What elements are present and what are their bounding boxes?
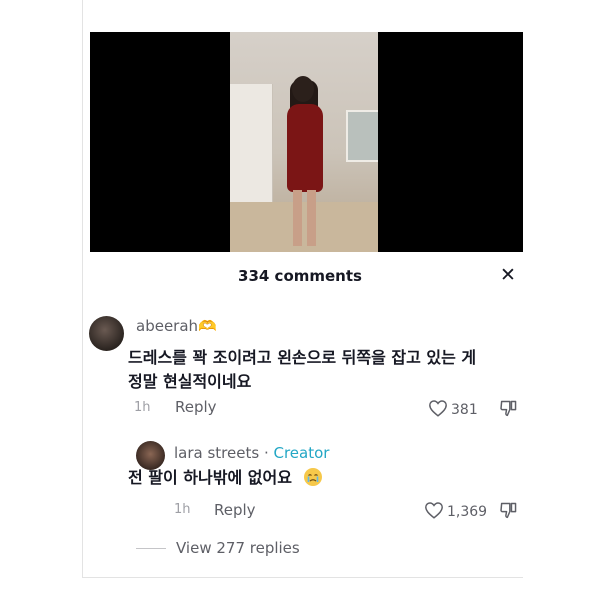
- view-replies-label: View 277 replies: [176, 539, 300, 557]
- reply-like-button[interactable]: 1,369: [424, 501, 487, 523]
- window: [346, 110, 378, 162]
- reply-text-row: 전 팔이 하나밖에 없어요: [128, 466, 322, 490]
- view-replies-button[interactable]: View 277 replies: [136, 539, 300, 557]
- avatar[interactable]: [89, 316, 124, 351]
- bottom-border: [82, 577, 523, 578]
- reply-text: 전 팔이 하나밖에 없어요: [128, 468, 292, 487]
- close-icon[interactable]: ✕: [500, 264, 516, 286]
- comment-text-line1: 드레스를 꽉 조이려고 왼손으로 뒤쪽을 잡고 있는 게: [128, 348, 477, 367]
- reply-username-row: lara streets · Creator: [174, 444, 329, 462]
- reply-like-count: 1,369: [447, 504, 488, 520]
- video-frame: [230, 32, 378, 252]
- creator-badge: Creator: [273, 444, 330, 462]
- video-player[interactable]: [90, 32, 523, 252]
- reply-dislike-icon[interactable]: [499, 501, 519, 523]
- crying-face-icon: [303, 468, 322, 486]
- like-count: 381: [451, 402, 478, 418]
- dislike-icon[interactable]: [499, 399, 519, 421]
- comment-username[interactable]: abeerah🫶: [136, 317, 217, 335]
- comment-time: 1h: [134, 400, 151, 415]
- separator: ·: [259, 444, 274, 462]
- left-border: [82, 0, 83, 578]
- like-button[interactable]: 381: [428, 399, 478, 421]
- person-dress: [287, 104, 323, 192]
- comment-text-line2: 정말 현실적이네요: [128, 372, 252, 391]
- divider: [136, 547, 166, 549]
- person-leg-left: [293, 190, 302, 246]
- reply-time: 1h: [174, 502, 191, 517]
- person-leg-right: [307, 190, 316, 246]
- reply-button[interactable]: Reply: [175, 398, 217, 416]
- heart-icon: [424, 501, 444, 523]
- reply-username[interactable]: lara streets: [174, 444, 259, 462]
- heart-icon: [428, 399, 448, 421]
- floor: [230, 202, 378, 252]
- reply-reply-button[interactable]: Reply: [214, 501, 256, 519]
- person-head: [292, 76, 314, 102]
